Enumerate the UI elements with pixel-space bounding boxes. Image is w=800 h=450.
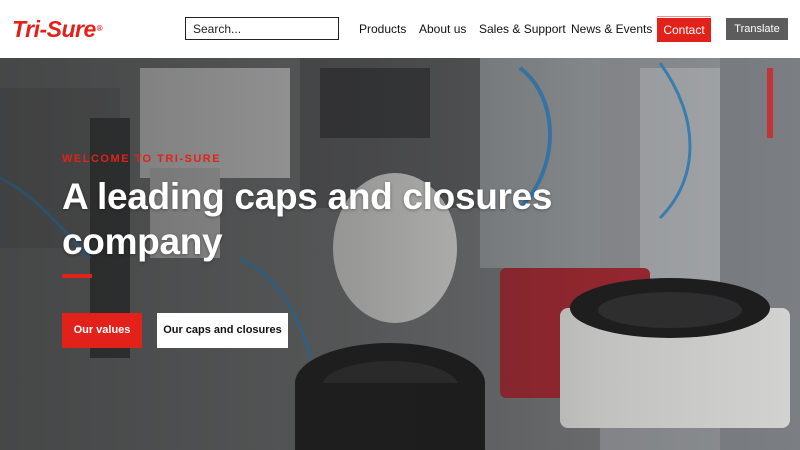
translate-button[interactable]: Translate [726,18,788,40]
contact-button[interactable]: Contact [657,16,711,42]
hero-section: WELCOME TO TRI-SURE A leading caps and c… [0,58,800,450]
our-caps-closures-button[interactable]: Our caps and closures [157,313,288,348]
site-header: Tri-Sure® Products About us Sales & Supp… [0,0,800,58]
search-input[interactable] [185,17,339,40]
hero-eyebrow: WELCOME TO TRI-SURE [62,153,222,165]
hero-headline: A leading caps and closures company [62,176,553,262]
our-values-button[interactable]: Our values [62,313,142,348]
nav-news-events[interactable]: News & Events [571,22,652,36]
accent-divider [62,274,92,278]
nav-products[interactable]: Products [359,22,406,36]
registered-mark: ® [96,24,103,33]
logo-text: Tri-Sure [12,16,96,42]
nav-about-us[interactable]: About us [419,22,466,36]
tri-sure-logo[interactable]: Tri-Sure® [12,14,103,44]
nav-sales-support[interactable]: Sales & Support [479,22,566,36]
